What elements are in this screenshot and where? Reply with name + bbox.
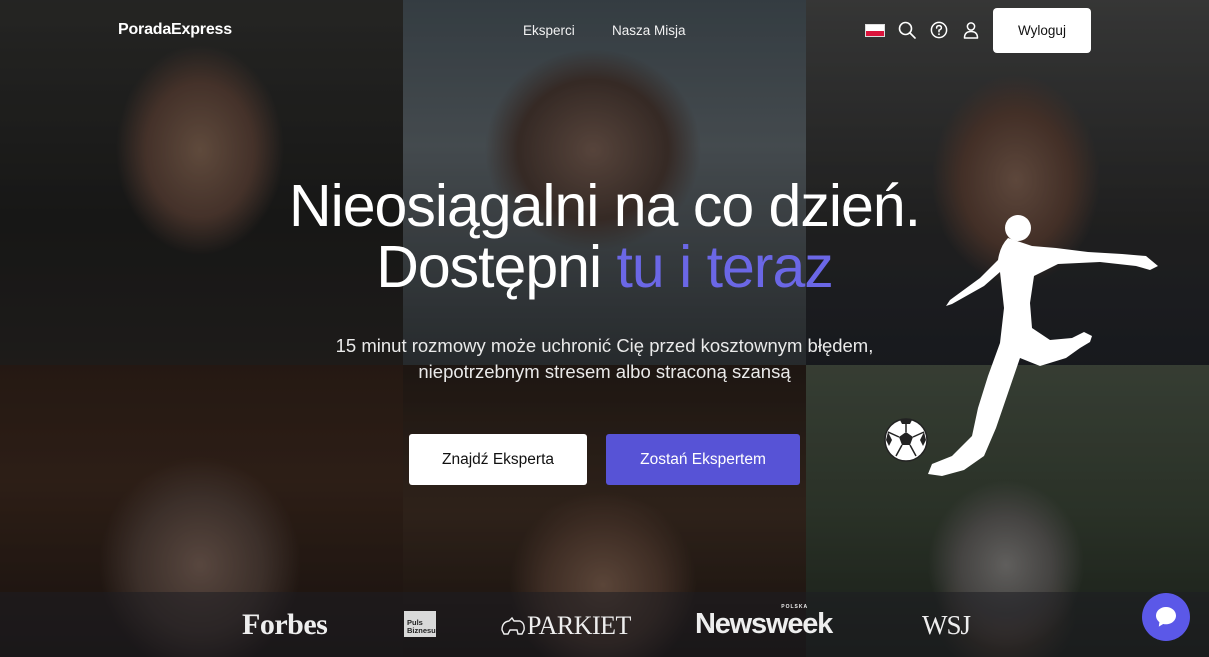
become-expert-button[interactable]: Zostań Ekspertem <box>606 434 800 485</box>
puls-biznesu-logo: Puls Biznesu <box>404 611 436 637</box>
help-icon[interactable] <box>930 21 948 39</box>
parkiet-logo: PARKIET <box>500 611 631 641</box>
brand-logo[interactable]: PoradaExpress <box>118 21 232 39</box>
newsweek-logo: POLSKA Newsweek <box>695 604 833 641</box>
puls-logo-line2: Biznesu <box>407 626 436 635</box>
newsweek-logo-text: Newsweek <box>695 608 833 640</box>
hero-subtitle-line1: 15 minut rozmowy może uchronić Cię przed… <box>335 335 874 356</box>
wsj-logo: WSJ <box>922 610 971 640</box>
football-player-silhouette <box>884 215 1158 476</box>
nav-link-experts[interactable]: Eksperci <box>523 23 575 38</box>
newsweek-polska-label: POLSKA <box>781 604 809 610</box>
user-icon[interactable] <box>962 21 980 39</box>
parkiet-logo-text: PARKIET <box>527 611 631 640</box>
soccer-ball-icon <box>884 418 928 462</box>
nav-link-mission[interactable]: Nasza Misja <box>612 23 686 38</box>
hero-title-line2-accent: tu i teraz <box>616 234 834 300</box>
hero-title-line1: Nieosiągalni na co dzień. <box>289 173 921 239</box>
poland-flag-icon[interactable] <box>865 24 885 37</box>
chat-bubble-icon[interactable] <box>1142 593 1190 641</box>
bull-icon <box>501 616 525 635</box>
hero-subtitle-line2: niepotrzebnym stresem albo straconą szan… <box>418 361 791 382</box>
find-expert-button[interactable]: Znajdź Eksperta <box>409 434 587 485</box>
search-icon[interactable] <box>898 21 916 39</box>
top-navigation: PoradaExpress Eksperci Nasza Misja Wylog… <box>0 0 1209 62</box>
logout-button[interactable]: Wyloguj <box>993 8 1091 53</box>
hero-title-line2-plain: Dostępni <box>376 234 602 300</box>
forbes-logo: Forbes <box>242 608 328 641</box>
